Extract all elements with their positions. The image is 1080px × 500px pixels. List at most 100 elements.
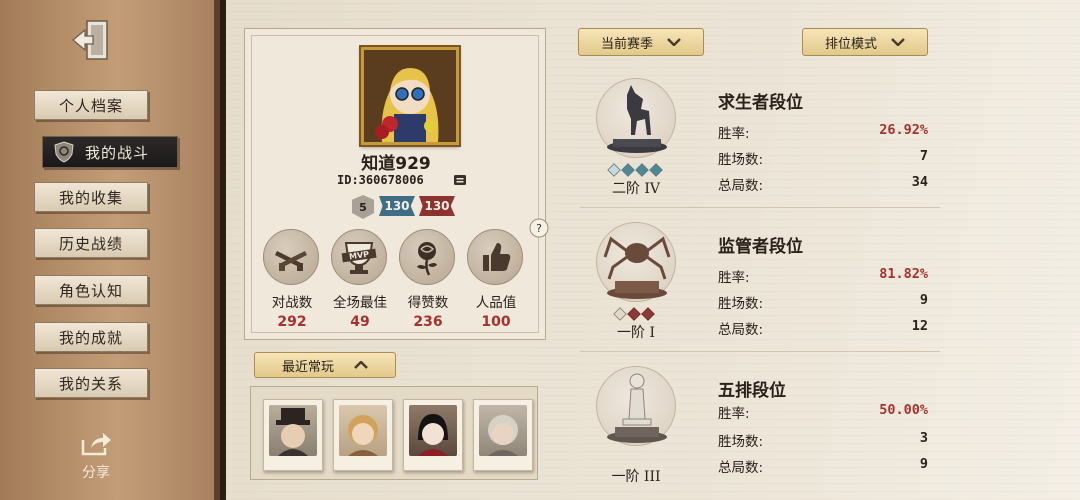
- copy-icon[interactable]: [453, 173, 467, 187]
- total-label: 总局数:: [718, 322, 764, 338]
- profile-card: 知道929 ID:360678006 5 130 130 ? 对战数 292 M…: [244, 28, 549, 340]
- wins-row: 胜场数: 7: [718, 148, 928, 168]
- wins-value: 3: [919, 430, 928, 446]
- chevron-down-icon: [667, 38, 681, 46]
- rank-title: 五排段位: [718, 381, 786, 401]
- tier-name: 一阶 I: [617, 325, 655, 341]
- sidebar-item-history[interactable]: 历史战绩: [34, 228, 148, 258]
- sidebar-item-label: 角色认知: [58, 281, 123, 300]
- tier-pip: [621, 163, 635, 177]
- share-label: 分享: [82, 465, 110, 481]
- door-exit-icon: [72, 20, 108, 60]
- stat-value: 236: [413, 314, 443, 330]
- avatar[interactable]: [361, 47, 459, 145]
- sidebar-item-character-cognition[interactable]: 角色认知: [34, 275, 148, 305]
- wins-label: 胜场数:: [718, 296, 764, 312]
- sidebar-item-my-battles[interactable]: 我的战斗: [42, 136, 178, 168]
- stat-reputation: 人品值 100: [467, 229, 525, 330]
- sidebar-item-collection[interactable]: 我的收集: [34, 182, 148, 212]
- sidebar-item-profile[interactable]: 个人档案: [34, 90, 148, 120]
- win-rate-row: 胜率: 50.00%: [718, 402, 928, 422]
- survivor-rank-badge: 130: [379, 196, 415, 216]
- win-rate-label: 胜率:: [718, 126, 750, 142]
- share-button[interactable]: 分享: [68, 430, 124, 482]
- rose-icon: [399, 229, 455, 285]
- chess-pawn-icon: [607, 373, 667, 443]
- rank-title: 监管者段位: [718, 237, 803, 257]
- tier-pip: [635, 163, 649, 177]
- tier-name: 二阶 IV: [611, 181, 661, 197]
- sidebar-item-label: 历史战绩: [58, 234, 123, 253]
- character-card[interactable]: [333, 399, 393, 471]
- stat-value: 100: [481, 314, 511, 330]
- survivor-rank-trophy[interactable]: [596, 78, 676, 158]
- total-value: 12: [911, 318, 928, 334]
- win-rate-row: 胜率: 26.92%: [718, 122, 928, 142]
- total-label: 总局数:: [718, 460, 764, 476]
- player-name: 知道929: [361, 154, 431, 174]
- wins-row: 胜场数: 3: [718, 430, 928, 450]
- win-rate-value: 81.82%: [879, 266, 928, 282]
- character-card[interactable]: [263, 399, 323, 471]
- total-row: 总局数: 12: [718, 318, 928, 338]
- total-value: 9: [919, 456, 928, 472]
- hunter-rank-trophy[interactable]: [596, 222, 676, 302]
- tier-pips: [613, 307, 655, 321]
- wins-label: 胜场数:: [718, 434, 764, 450]
- sidebar-item-label: 个人档案: [58, 96, 123, 115]
- character-card[interactable]: [473, 399, 533, 471]
- total-value: 34: [911, 174, 928, 190]
- total-label: 总局数:: [718, 178, 764, 194]
- stat-label: 人品值: [475, 295, 517, 311]
- stat-label: 得赞数: [407, 295, 449, 311]
- chevron-down-icon: [891, 38, 905, 46]
- tier-pip: [627, 307, 641, 321]
- win-rate-label: 胜率:: [718, 406, 750, 422]
- tier-pip: [649, 163, 663, 177]
- season-label: 当前赛季: [600, 36, 653, 52]
- tier-pip: [613, 307, 627, 321]
- main-panel: 知道929 ID:360678006 5 130 130 ? 对战数 292 M…: [226, 0, 1080, 500]
- rank-title: 求生者段位: [718, 93, 803, 113]
- win-rate-label: 胜率:: [718, 270, 750, 286]
- stat-value: 292: [277, 314, 307, 330]
- exit-button[interactable]: [66, 14, 118, 66]
- tier-pip: [641, 307, 655, 321]
- divider: [580, 351, 940, 352]
- total-row: 总局数: 34: [718, 174, 928, 194]
- divider: [580, 207, 940, 208]
- stat-likes: 得赞数 236: [399, 229, 457, 330]
- mode-dropdown[interactable]: 排位模式: [802, 28, 928, 56]
- recent-played-label: 最近常玩: [281, 359, 334, 375]
- mode-label: 排位模式: [824, 36, 877, 52]
- spider-statue-icon: [603, 236, 671, 299]
- win-rate-value: 26.92%: [879, 122, 928, 138]
- tier-pips: [607, 163, 663, 177]
- shield-icon: [53, 141, 75, 163]
- wins-value: 9: [919, 292, 928, 308]
- player-id: ID:360678006: [337, 173, 424, 187]
- sidebar-item-label: 我的收集: [58, 188, 123, 207]
- avatar-portrait: [364, 50, 456, 142]
- sidebar-item-achievements[interactable]: 我的成就: [34, 322, 148, 352]
- tier-name: 一阶 III: [611, 469, 661, 485]
- sidebar-item-relations[interactable]: 我的关系: [34, 368, 148, 398]
- share-icon: [81, 433, 111, 456]
- help-icon[interactable]: ?: [528, 217, 550, 239]
- wins-value: 7: [919, 148, 928, 164]
- five-stack-rank-trophy[interactable]: [596, 366, 676, 446]
- wins-label: 胜场数:: [718, 152, 764, 168]
- character-portrait: [339, 405, 387, 456]
- hunter-rank-badge: 130: [419, 196, 455, 216]
- recent-played-toggle[interactable]: 最近常玩: [254, 352, 396, 378]
- character-portrait: [409, 405, 457, 456]
- sidebar-item-label: 我的成就: [58, 328, 123, 347]
- season-dropdown[interactable]: 当前赛季: [578, 28, 704, 56]
- mvp-trophy-icon: MVP: [331, 229, 387, 285]
- thumbs-up-icon: [467, 229, 523, 285]
- character-card[interactable]: [403, 399, 463, 471]
- sidebar-item-label: 我的战斗: [85, 143, 150, 162]
- win-rate-value: 50.00%: [879, 402, 928, 418]
- chevron-up-icon: [354, 361, 368, 369]
- sidebar-item-label: 我的关系: [58, 374, 123, 393]
